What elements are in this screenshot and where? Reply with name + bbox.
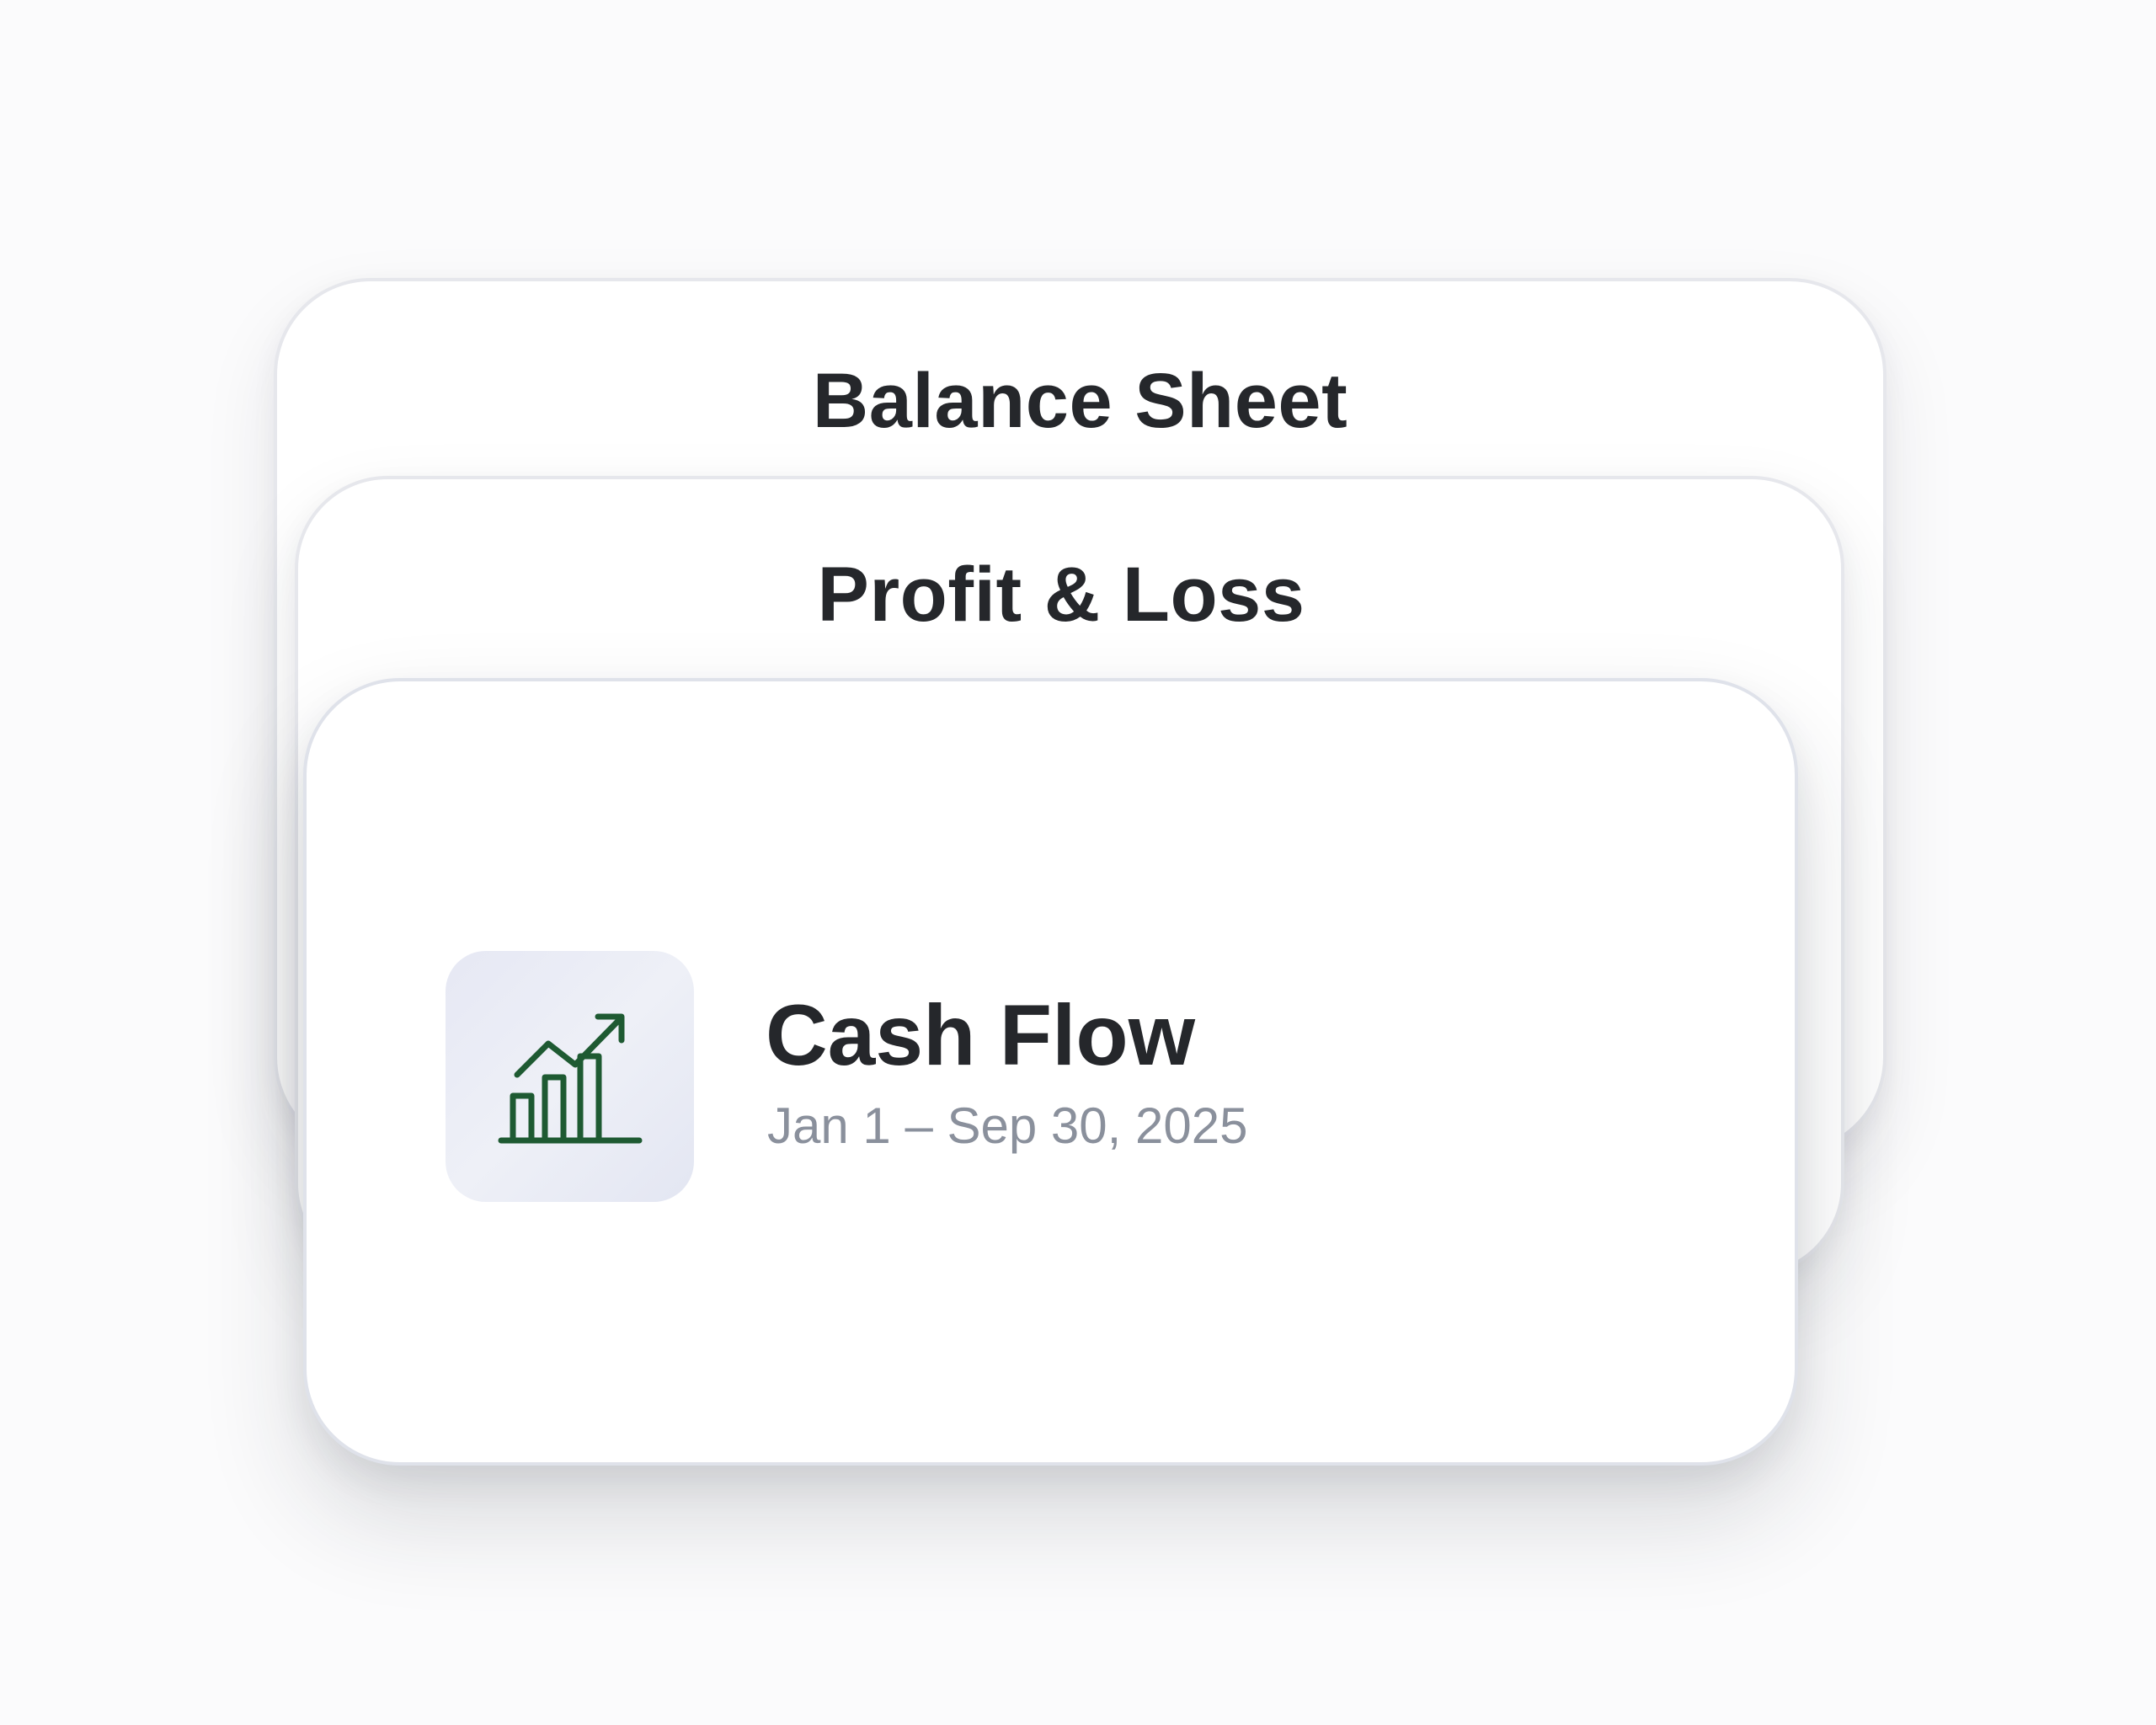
report-card-stack: Balance Sheet Profit & Loss Cash Flow Ja… bbox=[0, 0, 2156, 1725]
bar-chart-trend-up-icon bbox=[498, 1013, 643, 1144]
cash-flow-icon-tile bbox=[446, 951, 694, 1202]
cash-flow-period: Jan 1 – Sep 30, 2025 bbox=[767, 1097, 1248, 1154]
cash-flow-card[interactable]: Cash Flow Jan 1 – Sep 30, 2025 bbox=[303, 678, 1798, 1466]
profit-loss-title: Profit & Loss bbox=[817, 552, 1305, 638]
balance-sheet-title: Balance Sheet bbox=[812, 358, 1348, 444]
cash-flow-title: Cash Flow bbox=[766, 987, 1196, 1083]
